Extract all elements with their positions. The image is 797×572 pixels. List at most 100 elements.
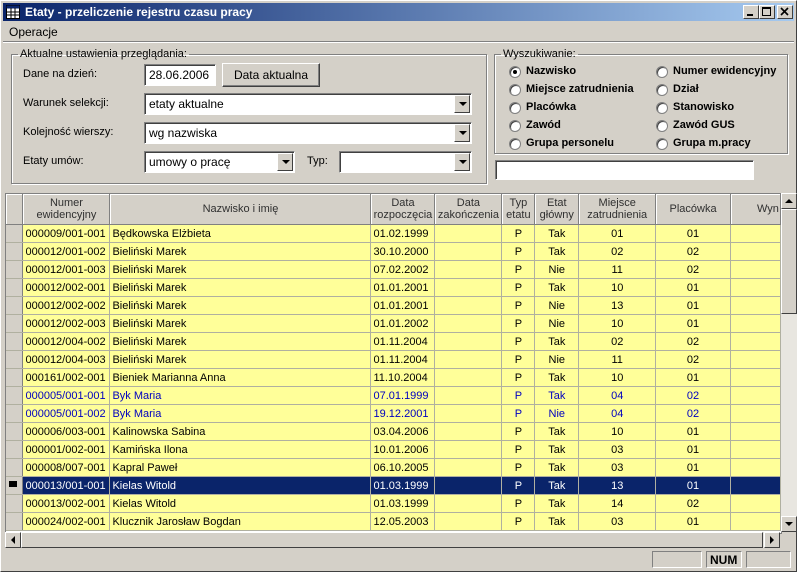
radio-button[interactable] bbox=[656, 120, 668, 132]
table-cell: 000005/001-001 bbox=[22, 386, 111, 405]
table-row[interactable]: 000013/001-001 Kielas Witold 01.03.1999 P Ta… bbox=[6, 476, 781, 495]
row-indicator[interactable] bbox=[6, 224, 24, 243]
row-indicator[interactable] bbox=[6, 350, 24, 369]
row-indicator[interactable] bbox=[6, 386, 24, 405]
radio-button[interactable] bbox=[656, 102, 668, 114]
contracts-select[interactable]: umowy o pracę bbox=[144, 151, 295, 173]
table-cell: Bieniek Marianna Anna bbox=[109, 368, 372, 387]
row-indicator[interactable] bbox=[6, 332, 24, 351]
chevron-down-icon[interactable] bbox=[454, 95, 470, 113]
table-row[interactable]: 000012/002-002 Bieliński Marek 01.01.2001 P… bbox=[6, 296, 781, 315]
column-header[interactable]: Wyn bbox=[730, 194, 781, 225]
scroll-up-button[interactable] bbox=[781, 193, 797, 209]
scroll-right-button[interactable] bbox=[764, 532, 780, 548]
radio-button[interactable] bbox=[656, 138, 668, 150]
column-header[interactable]: Numer ewidencyjny bbox=[22, 194, 111, 225]
table-row[interactable]: 000012/001-003 Bieliński Marek 07.02.2002 P… bbox=[6, 260, 781, 279]
radio-button[interactable] bbox=[509, 138, 521, 150]
search-input[interactable] bbox=[495, 160, 754, 180]
title-bar[interactable]: Etaty - przeliczenie rejestru czasu prac… bbox=[3, 3, 794, 21]
chevron-down-icon[interactable] bbox=[454, 124, 470, 142]
table-cell: Nie bbox=[534, 260, 580, 279]
row-indicator[interactable] bbox=[6, 278, 24, 297]
table-cell: 000012/002-003 bbox=[22, 314, 111, 333]
table-cell: 02 bbox=[655, 350, 731, 369]
radio-label: Miejsce zatrudnienia bbox=[526, 83, 634, 95]
date-field[interactable]: 28.06.2006 bbox=[144, 64, 216, 86]
table-cell: Tak bbox=[534, 440, 580, 459]
table-cell: 02 bbox=[655, 260, 731, 279]
table-row[interactable]: 000012/002-003 Bieliński Marek 01.01.2002 P… bbox=[6, 314, 781, 333]
column-header[interactable]: Typ etatu bbox=[501, 194, 536, 225]
table-row[interactable]: 000001/002-001 Kamińska Ilona 10.01.2006 P T… bbox=[6, 440, 781, 459]
table-cell bbox=[730, 404, 781, 423]
table-row[interactable]: 000024/002-001 Klucznik Jarosław Bogdan 12… bbox=[6, 512, 781, 531]
row-indicator[interactable] bbox=[6, 260, 24, 279]
radio-button[interactable] bbox=[656, 84, 668, 96]
row-indicator[interactable] bbox=[6, 512, 24, 531]
table-row[interactable]: 000013/002-001 Kielas Witold 01.03.1999 P Ta… bbox=[6, 494, 781, 513]
row-indicator[interactable] bbox=[6, 494, 24, 513]
table-cell: 02 bbox=[655, 494, 731, 513]
table-row[interactable]: 000012/004-002 Bieliński Marek 01.11.2004 P… bbox=[6, 332, 781, 351]
radio-button[interactable] bbox=[509, 120, 521, 132]
table-row[interactable]: 000005/001-001 Byk Maria 07.01.1999 P Tak 04 0… bbox=[6, 386, 781, 405]
minimize-icon bbox=[747, 14, 753, 16]
scroll-left-button[interactable] bbox=[5, 532, 21, 548]
column-header[interactable]: Data rozpoczęcia bbox=[370, 194, 436, 225]
table-row[interactable]: 000009/001-001 Będkowska Elżbieta 01.02.19… bbox=[6, 224, 781, 243]
horizontal-scroll-thumb[interactable] bbox=[21, 532, 763, 548]
row-indicator[interactable] bbox=[6, 404, 24, 423]
radio-button[interactable] bbox=[509, 84, 521, 96]
table-row[interactable]: 000005/001-002 Byk Maria 19.12.2001 P Nie 04 0… bbox=[6, 404, 781, 423]
row-indicator[interactable] bbox=[6, 440, 24, 459]
table-row[interactable]: 000006/003-001 Kalinowska Sabina 03.04.200… bbox=[6, 422, 781, 441]
radio-label: Stanowisko bbox=[673, 101, 735, 113]
menu-operacje[interactable]: Operacje bbox=[9, 25, 58, 39]
table-cell: P bbox=[501, 458, 536, 477]
type-label: Typ: bbox=[307, 155, 328, 167]
chevron-down-icon[interactable] bbox=[454, 153, 470, 171]
column-header[interactable]: Placówka bbox=[655, 194, 731, 225]
close-button[interactable] bbox=[777, 5, 793, 19]
column-header[interactable]: Data zakończenia bbox=[434, 194, 503, 225]
table-row[interactable]: 000012/001-002 Bieliński Marek 30.10.2000 P… bbox=[6, 242, 781, 261]
table-cell: 000012/001-003 bbox=[22, 260, 111, 279]
table-cell: Tak bbox=[534, 278, 580, 297]
order-select[interactable]: wg nazwiska bbox=[144, 122, 472, 144]
minimize-button[interactable] bbox=[743, 5, 759, 19]
table-row[interactable]: 000012/002-001 Bieliński Marek 01.01.2001 P… bbox=[6, 278, 781, 297]
column-header[interactable]: Etat główny bbox=[534, 194, 580, 225]
row-indicator[interactable] bbox=[6, 368, 24, 387]
horizontal-scrollbar[interactable] bbox=[5, 532, 780, 548]
maximize-button[interactable] bbox=[759, 5, 775, 19]
condition-select[interactable]: etaty aktualne bbox=[144, 93, 472, 115]
table-cell: Nie bbox=[534, 404, 580, 423]
radio-button[interactable] bbox=[656, 66, 668, 78]
row-indicator[interactable] bbox=[6, 296, 24, 315]
row-indicator[interactable] bbox=[6, 242, 24, 261]
table-row[interactable]: 000012/004-003 Bieliński Marek 01.11.2004 P… bbox=[6, 350, 781, 369]
column-header[interactable]: Miejsce zatrudnienia bbox=[578, 194, 657, 225]
row-indicator[interactable] bbox=[6, 314, 24, 333]
vertical-scrollbar[interactable] bbox=[781, 193, 797, 532]
table-row[interactable]: 000008/007-001 Kapral Paweł 06.10.2005 P Tak… bbox=[6, 458, 781, 477]
chevron-down-icon[interactable] bbox=[277, 153, 293, 171]
row-indicator[interactable] bbox=[6, 476, 24, 495]
vertical-scroll-thumb[interactable] bbox=[781, 209, 797, 314]
row-indicator[interactable] bbox=[6, 458, 24, 477]
table-row[interactable]: 000161/002-001 Bieniek Marianna Anna 11.10… bbox=[6, 368, 781, 387]
column-header[interactable]: Nazwisko i imię bbox=[109, 194, 372, 225]
table-cell: 03 bbox=[578, 440, 657, 459]
scroll-down-button[interactable] bbox=[781, 516, 797, 532]
radio-button[interactable] bbox=[509, 66, 521, 78]
table-cell: Bieliński Marek bbox=[109, 296, 372, 315]
table-app-icon bbox=[6, 5, 20, 19]
row-indicator[interactable] bbox=[6, 422, 24, 441]
type-select[interactable] bbox=[339, 151, 472, 173]
table-cell: Tak bbox=[534, 386, 580, 405]
table-cell: P bbox=[501, 296, 536, 315]
radio-button[interactable] bbox=[509, 102, 521, 114]
table-cell: 04 bbox=[578, 404, 657, 423]
current-date-button[interactable]: Data aktualna bbox=[222, 63, 320, 87]
